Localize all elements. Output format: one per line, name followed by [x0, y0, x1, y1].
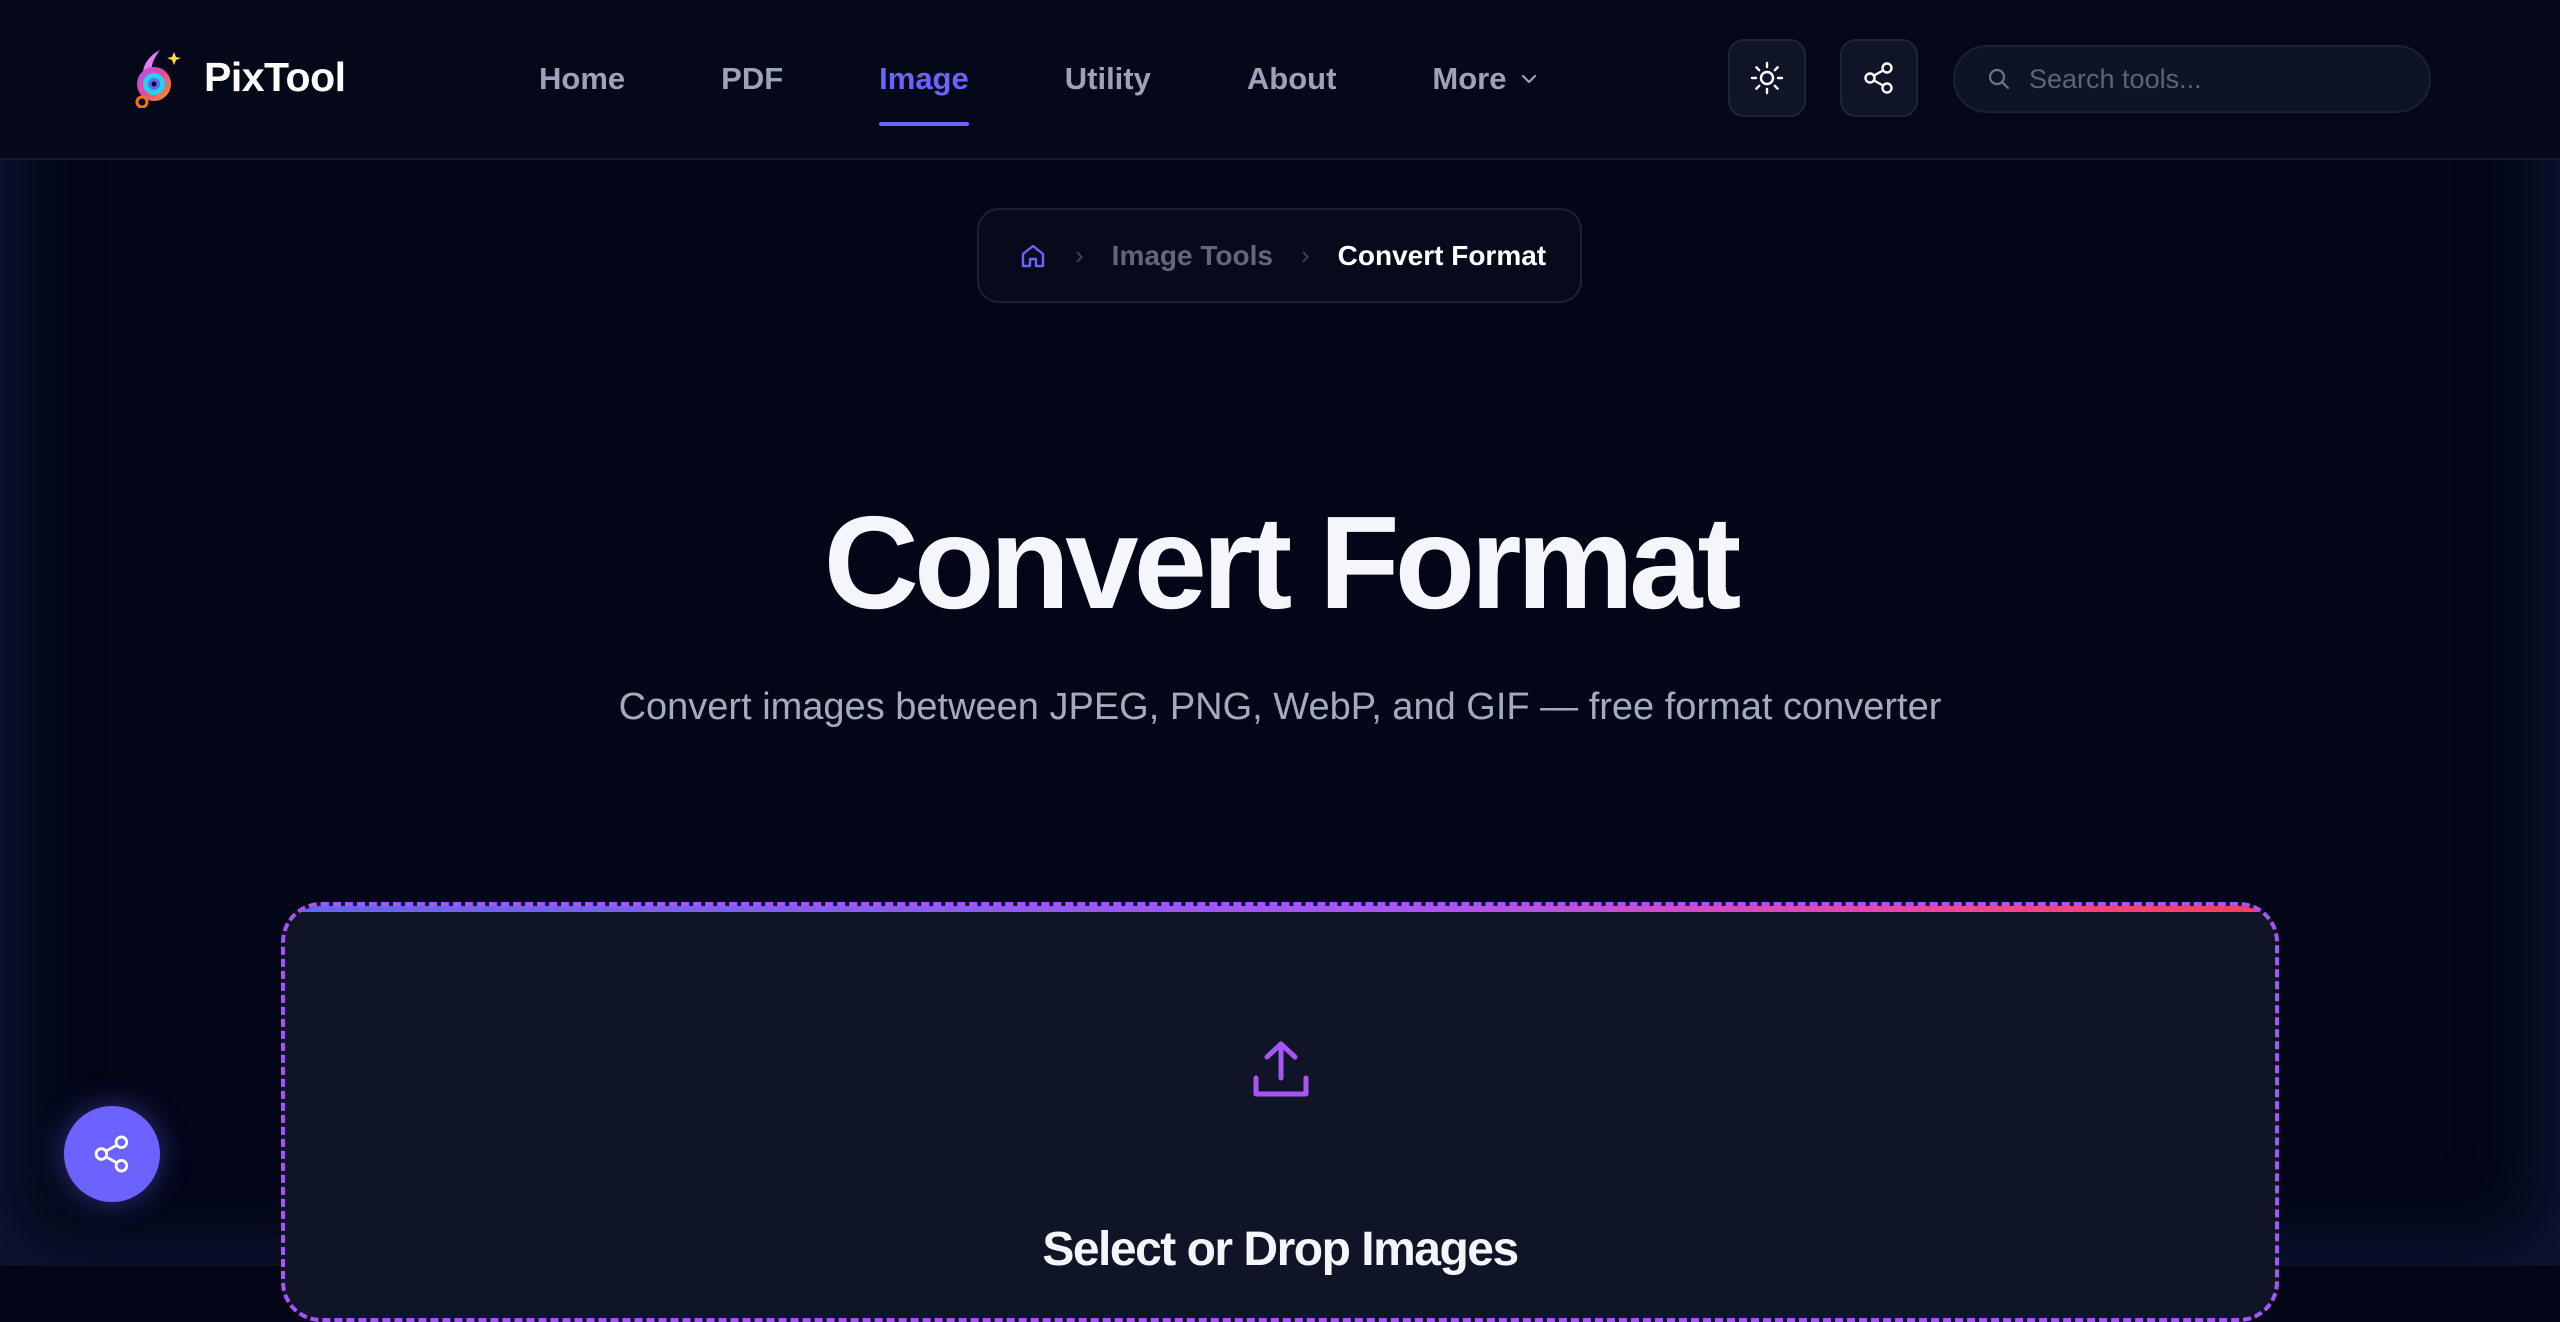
- page-subtitle: Convert images between JPEG, PNG, WebP, …: [618, 686, 1942, 728]
- nav-about[interactable]: About: [1247, 0, 1337, 158]
- nav-more-label: More: [1432, 61, 1507, 96]
- nav-pdf[interactable]: PDF: [721, 0, 783, 158]
- search-box[interactable]: [1953, 45, 2431, 113]
- image-dropzone[interactable]: Select or Drop Images: [281, 902, 2279, 1322]
- share-icon: [94, 1135, 129, 1173]
- nav-home[interactable]: Home: [539, 0, 625, 158]
- brand[interactable]: PixTool: [130, 46, 346, 108]
- search-input[interactable]: [2027, 62, 2411, 96]
- dropzone-title: Select or Drop Images: [1042, 1223, 1519, 1276]
- nav-more[interactable]: More: [1432, 0, 1538, 158]
- theme-toggle-button[interactable]: [1728, 39, 1806, 117]
- dropzone-gradient-bar: [285, 906, 2275, 912]
- nav-utility[interactable]: Utility: [1065, 0, 1151, 158]
- breadcrumb-separator-icon: ›: [1300, 240, 1310, 270]
- breadcrumb-current: Convert Format: [1337, 239, 1547, 271]
- floating-share-button[interactable]: [64, 1106, 160, 1202]
- brand-logo-icon: [135, 50, 181, 108]
- brand-name: PixTool: [204, 53, 346, 100]
- sun-icon: [1750, 61, 1784, 95]
- share-icon: [1864, 62, 1893, 94]
- breadcrumb: › Image Tools › Convert Format: [977, 208, 1582, 303]
- breadcrumb-separator-icon: ›: [1075, 240, 1084, 270]
- upload-icon: [1253, 1041, 1309, 1097]
- share-button[interactable]: [1840, 39, 1918, 117]
- chevron-down-icon: [1522, 74, 1537, 84]
- top-header: PixTool Home PDF Image Utility About Mor…: [0, 0, 2560, 160]
- search-icon: [1988, 68, 2010, 90]
- home-icon[interactable]: [1019, 242, 1047, 270]
- page-title: Convert Format: [823, 489, 1742, 636]
- nav-image[interactable]: Image: [879, 0, 969, 158]
- breadcrumb-image-tools[interactable]: Image Tools: [1112, 240, 1273, 272]
- main-nav: Home PDF Image Utility About More: [539, 0, 1634, 158]
